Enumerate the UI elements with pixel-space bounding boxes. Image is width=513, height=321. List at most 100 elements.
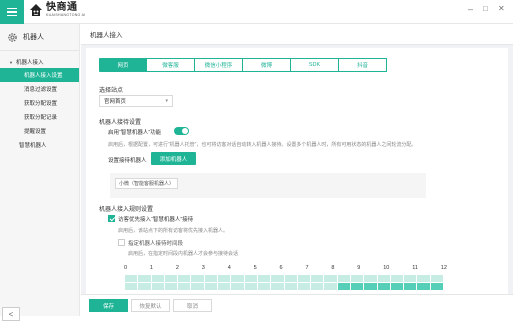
cancel-button[interactable]: 取消	[173, 299, 212, 312]
schedule-cell[interactable]	[244, 275, 257, 282]
tab-weibo[interactable]: 微博	[243, 58, 291, 72]
time-range-label: 指定机器人接待时间段	[128, 241, 184, 247]
menu-icon[interactable]	[0, 0, 24, 24]
schedule-cell[interactable]	[417, 283, 430, 290]
schedule-cell[interactable]	[430, 275, 443, 282]
sidebar-item-label: 获取分配设置	[24, 101, 58, 107]
save-button[interactable]: 保存	[89, 299, 128, 312]
hour-label: 7	[305, 265, 309, 271]
sidebar-item-assign-settings[interactable]: 获取分配设置	[0, 96, 79, 110]
schedule-cell[interactable]	[390, 275, 404, 282]
schedule-cell[interactable]	[244, 283, 257, 290]
schedule-cell[interactable]	[218, 283, 231, 290]
schedule-cell[interactable]	[311, 275, 324, 282]
schedule-cell[interactable]	[257, 275, 271, 282]
schedule-cell[interactable]	[337, 275, 350, 282]
tab-web[interactable]: 网页	[99, 58, 147, 72]
sidebar-item-smart-robot[interactable]: 智慧机器人	[0, 138, 79, 152]
schedule-cell[interactable]	[284, 283, 297, 290]
schedule-cell[interactable]	[404, 283, 417, 290]
schedule-cell[interactable]	[404, 275, 417, 282]
site-select-label: 选择站点	[99, 88, 124, 94]
schedule-cell[interactable]	[257, 283, 271, 290]
schedule-cell[interactable]	[164, 283, 178, 290]
schedule-cell[interactable]	[271, 283, 284, 290]
schedule-cell[interactable]	[364, 275, 377, 282]
robot-chip[interactable]: 小微（智能客服机器人）	[115, 178, 179, 189]
schedule-cell[interactable]	[364, 283, 377, 290]
schedule-cell[interactable]	[151, 283, 164, 290]
schedule-cell[interactable]	[178, 275, 191, 282]
schedule-cell[interactable]	[297, 283, 311, 290]
hour-label: 12	[440, 265, 447, 271]
reception-section-title: 机器人接待设置	[99, 120, 142, 126]
schedule-cell[interactable]	[271, 275, 284, 282]
tab-mini-program[interactable]: 微信小程序	[195, 58, 243, 72]
schedule-cell[interactable]	[337, 283, 350, 290]
hour-label: 8	[331, 265, 335, 271]
collapse-sidebar-button[interactable]: <	[2, 307, 20, 321]
schedule-cell[interactable]	[138, 275, 151, 282]
schedule-cell[interactable]	[311, 283, 324, 290]
schedule-cell[interactable]	[377, 283, 390, 290]
schedule-cell[interactable]	[218, 275, 231, 282]
channel-tabs: 网页 微客服 微信小程序 微博 SDK 抖音	[99, 58, 387, 72]
schedule-cell[interactable]	[284, 275, 297, 282]
sidebar-item-assign-records[interactable]: 获取分配记录	[0, 110, 79, 124]
site-select[interactable]: 官网首页 ▾	[99, 95, 173, 107]
brand-name: 快商通	[46, 2, 78, 13]
gear-icon	[8, 32, 17, 42]
schedule-cell[interactable]	[297, 275, 311, 282]
schedule-cell[interactable]	[125, 283, 138, 290]
sidebar-group-label: 机器人接入	[15, 60, 44, 66]
schedule-cell[interactable]	[231, 275, 244, 282]
schedule-cell[interactable]	[138, 283, 151, 290]
tab-sdk[interactable]: SDK	[291, 58, 339, 72]
rules-section-title: 机器人接入规则设置	[99, 207, 154, 213]
schedule-cell[interactable]	[417, 275, 430, 282]
schedule-cell[interactable]	[125, 275, 138, 282]
schedule-cell[interactable]	[178, 283, 191, 290]
content-layer: 网页 微客服 微信小程序 微博 SDK 抖音 选择站点 官网首页 ▾ 机器人接待…	[81, 0, 513, 316]
sidebar-item-message-filter[interactable]: 消息过滤设置	[0, 82, 79, 96]
schedule-cell[interactable]	[350, 275, 364, 282]
schedule-cell[interactable]	[191, 283, 204, 290]
schedule-cell[interactable]	[377, 275, 390, 282]
schedule-cell[interactable]	[151, 275, 164, 282]
schedule-cell[interactable]	[164, 275, 178, 282]
hour-axis: 0 1 2 3 4 5 6 7 8 9 10 11 12	[124, 265, 447, 271]
hour-label: 5	[253, 265, 257, 271]
priority-robot-label: 访客优先接入“智慧机器人”接待	[118, 217, 194, 223]
schedule-cell[interactable]	[231, 283, 244, 290]
hour-label: 2	[175, 265, 179, 271]
schedule-grid[interactable]	[125, 275, 443, 290]
tab-wechat-service[interactable]: 微客服	[147, 58, 195, 72]
sidebar-item-robot-access-settings[interactable]: 机器人接入设置	[0, 68, 79, 82]
schedule-cell[interactable]	[204, 283, 218, 290]
enable-robot-toggle[interactable]	[174, 127, 189, 135]
priority-robot-checkbox[interactable]	[108, 215, 115, 222]
schedule-cell[interactable]	[324, 275, 337, 282]
schedule-cell[interactable]	[390, 283, 404, 290]
sidebar-item-label: 机器人接入设置	[24, 73, 63, 79]
chevron-left-icon: <	[8, 309, 14, 319]
time-range-checkbox[interactable]	[118, 239, 125, 246]
hour-label: 9	[357, 265, 361, 271]
add-robot-button[interactable]: 添加机器人	[151, 152, 196, 165]
sidebar-item-reminder[interactable]: 提醒设置	[0, 124, 79, 138]
schedule-cell[interactable]	[324, 283, 337, 290]
restore-default-button[interactable]: 恢复默认	[131, 299, 170, 312]
schedule-cell[interactable]	[350, 283, 364, 290]
hour-label: 11	[412, 265, 418, 271]
tab-douyin[interactable]: 抖音	[339, 58, 387, 72]
enable-robot-description: 启用后，根据配置，可进行“机器人托管”，也可将访客对话自动转入机器人接待。设置多…	[108, 142, 417, 148]
sidebar-group-robot-access[interactable]: ▼ 机器人接入	[0, 57, 79, 67]
brand-name-en: KUAISHANGTONG AI	[46, 13, 86, 17]
chevron-down-icon: ▾	[165, 98, 168, 104]
sidebar-item-label: 智慧机器人	[19, 143, 47, 149]
schedule-cell[interactable]	[204, 275, 218, 282]
hour-label: 4	[227, 265, 231, 271]
schedule-cell[interactable]	[191, 275, 204, 282]
sidebar-item-label: 提醒设置	[24, 129, 47, 135]
schedule-cell[interactable]	[430, 283, 443, 290]
